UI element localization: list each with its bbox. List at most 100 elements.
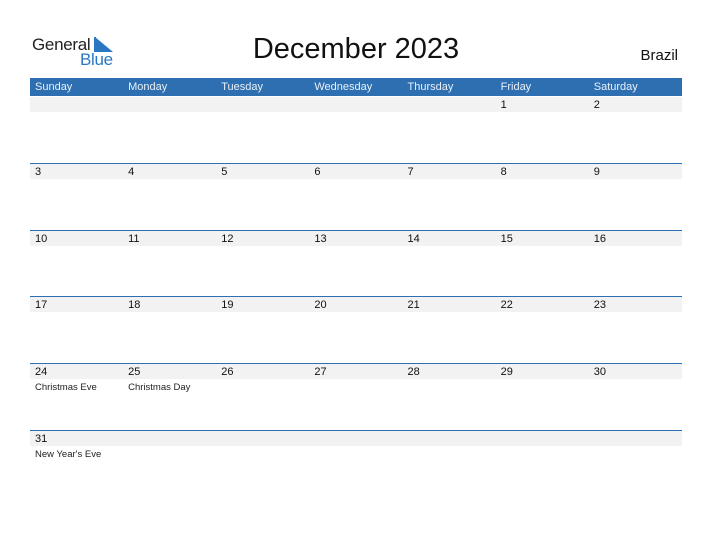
day-cell-17[interactable]: 17 — [30, 297, 124, 363]
empty-day-cell — [216, 431, 310, 497]
day-header-strip — [216, 431, 310, 446]
empty-day-cell — [402, 97, 496, 163]
weekday-tuesday: Tuesday — [221, 81, 264, 93]
day-header-strip — [123, 97, 217, 112]
day-cell-28[interactable]: 28 — [402, 364, 496, 430]
day-number: 9 — [593, 166, 600, 178]
day-cell-29[interactable]: 29 — [495, 364, 589, 430]
day-cell-16[interactable]: 16 — [588, 231, 682, 297]
day-header-strip — [588, 431, 682, 446]
day-cell-1[interactable]: 1 — [495, 97, 589, 163]
empty-day-cell — [123, 97, 217, 163]
day-cell-8[interactable]: 8 — [495, 164, 589, 230]
day-cell-30[interactable]: 30 — [588, 364, 682, 430]
day-number: 22 — [500, 299, 513, 311]
day-header-strip — [216, 164, 310, 179]
day-cell-24[interactable]: 24 Christmas Eve — [30, 364, 124, 430]
day-cell-4[interactable]: 4 — [123, 164, 217, 230]
day-header-strip — [588, 97, 682, 112]
day-cell-22[interactable]: 22 — [495, 297, 589, 363]
day-number: 25 — [128, 366, 141, 378]
week-row: 10 11 12 13 14 15 16 — [30, 230, 682, 297]
day-cell-20[interactable]: 20 — [309, 297, 403, 363]
day-cell-9[interactable]: 9 — [588, 164, 682, 230]
day-header-strip — [30, 164, 124, 179]
day-cell-18[interactable]: 18 — [123, 297, 217, 363]
calendar-title: December 2023 — [252, 33, 460, 65]
day-number: 19 — [221, 299, 234, 311]
day-header-strip — [309, 431, 403, 446]
day-number: 18 — [128, 299, 141, 311]
day-header-strip — [30, 97, 124, 112]
day-number: 1 — [500, 99, 507, 111]
week-row: 24 Christmas Eve 25 Christmas Day 26 27 28 29 30 — [30, 363, 682, 430]
day-cell-5[interactable]: 5 — [216, 164, 310, 230]
day-cell-6[interactable]: 6 — [309, 164, 403, 230]
day-number: 4 — [128, 166, 135, 178]
weekday-sunday: Sunday — [35, 81, 73, 93]
day-number: 11 — [128, 233, 140, 245]
holiday-label: Christmas Eve — [35, 382, 97, 393]
day-number: 3 — [35, 166, 42, 178]
holiday-label: Christmas Day — [128, 382, 191, 393]
day-header-strip — [123, 164, 217, 179]
day-number: 26 — [221, 366, 234, 378]
weekday-header: Sunday Monday Tuesday Wednesday Thursday Frid… — [30, 78, 682, 96]
empty-day-cell — [309, 97, 403, 163]
holiday-label: New Year's Eve — [35, 449, 102, 460]
day-header-strip — [402, 97, 496, 112]
day-cell-2[interactable]: 2 — [588, 97, 682, 163]
day-number: 27 — [314, 366, 327, 378]
week-row: 3 4 5 6 7 8 9 — [30, 163, 682, 230]
day-cell-7[interactable]: 7 — [402, 164, 496, 230]
empty-day-cell — [309, 431, 403, 497]
empty-day-cell — [30, 97, 124, 163]
country-label: Brazil — [640, 47, 678, 64]
day-number: 5 — [221, 166, 228, 178]
day-number: 12 — [221, 233, 234, 245]
day-header-strip — [588, 164, 682, 179]
empty-day-cell — [216, 97, 310, 163]
day-number: 30 — [593, 366, 606, 378]
day-header-strip — [402, 164, 496, 179]
day-cell-31[interactable]: 31 New Year's Eve — [30, 431, 124, 497]
day-number: 7 — [407, 166, 414, 178]
day-number: 10 — [35, 233, 48, 245]
day-cell-15[interactable]: 15 — [495, 231, 589, 297]
day-cell-12[interactable]: 12 — [216, 231, 310, 297]
day-cell-27[interactable]: 27 — [309, 364, 403, 430]
weekday-saturday: Saturday — [593, 81, 638, 93]
day-number: 16 — [593, 233, 606, 245]
day-cell-21[interactable]: 21 — [402, 297, 496, 363]
day-number: 15 — [500, 233, 513, 245]
day-number: 31 — [35, 433, 48, 445]
day-header-strip — [495, 97, 589, 112]
day-header-strip — [309, 164, 403, 179]
day-cell-14[interactable]: 14 — [402, 231, 496, 297]
empty-day-cell — [495, 431, 589, 497]
weekday-monday: Monday — [128, 81, 168, 93]
weekday-thursday: Thursday — [407, 81, 454, 93]
day-cell-26[interactable]: 26 — [216, 364, 310, 430]
day-cell-3[interactable]: 3 — [30, 164, 124, 230]
day-cell-13[interactable]: 13 — [309, 231, 403, 297]
day-number: 29 — [500, 366, 513, 378]
day-cell-10[interactable]: 10 — [30, 231, 124, 297]
week-row: 31 New Year's Eve — [30, 430, 682, 497]
day-header-strip — [495, 164, 589, 179]
day-header-strip — [309, 97, 403, 112]
week-row: 12 — [30, 97, 682, 163]
day-cell-23[interactable]: 23 — [588, 297, 682, 363]
day-cell-25[interactable]: 25 Christmas Day — [123, 364, 217, 430]
empty-day-cell — [123, 431, 217, 497]
weekday-friday: Friday — [500, 81, 532, 93]
empty-day-cell — [588, 431, 682, 497]
day-number: 23 — [593, 299, 606, 311]
day-header-strip — [216, 97, 310, 112]
day-header-strip — [495, 431, 589, 446]
day-number: 14 — [407, 233, 420, 245]
day-number: 13 — [314, 233, 327, 245]
day-number: 6 — [314, 166, 321, 178]
day-cell-19[interactable]: 19 — [216, 297, 310, 363]
day-cell-11[interactable]: 11 — [123, 231, 217, 297]
